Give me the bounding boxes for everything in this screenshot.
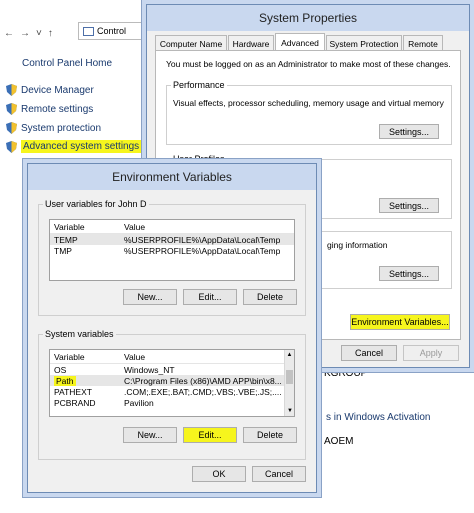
system-protection-label: System protection <box>21 122 102 134</box>
performance-label: Performance <box>171 80 227 90</box>
scrollbar-thumb[interactable] <box>286 370 293 384</box>
variable-value: .COM;.EXE;.BAT;.CMD;.VBS;.VBE;.JS;.... <box>124 386 282 397</box>
system-protection-link[interactable]: System protection <box>6 122 101 134</box>
env-body: User variables for John D Variable Value… <box>28 190 316 492</box>
variable-name: Path <box>50 375 124 386</box>
windows-activation-link[interactable]: s in Windows Activation <box>326 412 431 423</box>
variable-value: C:\Program Files (x86)\AMD APP\bin\x8... <box>124 375 282 386</box>
variable-value: Pavilion <box>124 397 154 408</box>
dropdown-icon[interactable]: ˅ <box>36 28 42 39</box>
variable-value: Windows_NT <box>124 364 175 375</box>
system-properties-title: System Properties <box>147 5 469 31</box>
device-manager-link[interactable]: Device Manager <box>6 84 94 96</box>
variable-name: PATHEXT <box>54 386 92 397</box>
user-profiles-settings-button[interactable]: Settings... <box>379 198 439 213</box>
system-variables-label: System variables <box>43 329 116 339</box>
variable-value: %USERPROFILE%\AppData\Local\Temp <box>124 234 281 245</box>
system-delete-button[interactable]: Delete <box>243 427 297 443</box>
user-delete-button[interactable]: Delete <box>243 289 297 305</box>
tab-remote[interactable]: Remote <box>403 35 443 51</box>
shield-icon <box>6 103 17 115</box>
shield-icon <box>6 122 17 134</box>
shield-icon <box>6 140 17 153</box>
back-arrow-icon[interactable]: ← <box>4 28 14 39</box>
table-row[interactable]: Path C:\Program Files (x86)\AMD APP\bin\… <box>50 375 284 386</box>
system-new-button[interactable]: New... <box>123 427 177 443</box>
list-header: Variable Value <box>50 220 294 234</box>
scroll-down-icon[interactable]: ▼ <box>285 406 294 416</box>
cancel-button[interactable]: Cancel <box>341 345 397 361</box>
startup-settings-button[interactable]: Settings... <box>379 266 439 281</box>
table-row[interactable]: OS Windows_NT <box>50 364 284 375</box>
column-header-variable[interactable]: Variable <box>50 222 124 232</box>
performance-text: Visual effects, processor scheduling, me… <box>173 98 444 108</box>
environment-variables-button[interactable]: Environment Variables... <box>350 314 450 330</box>
system-edit-button[interactable]: Edit... <box>183 427 237 443</box>
user-variables-group: User variables for John D Variable Value… <box>38 199 306 316</box>
forward-arrow-icon[interactable]: → <box>20 28 30 39</box>
vertical-scrollbar[interactable]: ▲ ▼ <box>284 350 294 416</box>
remote-settings-link[interactable]: Remote settings <box>6 103 93 115</box>
system-variables-list[interactable]: Variable Value OS Windows_NT Path C:\Pro… <box>49 349 295 417</box>
workgroup-text: KGROUP <box>324 368 368 379</box>
tab-advanced[interactable]: Advanced <box>275 33 325 51</box>
oem-text: AOEM <box>324 436 354 447</box>
performance-group: Performance Visual effects, processor sc… <box>166 80 452 145</box>
column-header-value[interactable]: Value <box>124 222 294 232</box>
address-text: Control <box>97 26 127 36</box>
user-edit-button[interactable]: Edit... <box>183 289 237 305</box>
environment-variables-dialog: Environment Variables User variables for… <box>27 163 317 493</box>
performance-settings-button[interactable]: Settings... <box>379 124 439 139</box>
remote-settings-label: Remote settings <box>21 103 94 115</box>
variable-name: OS <box>54 364 67 375</box>
device-manager-label: Device Manager <box>21 84 94 96</box>
environment-variables-title: Environment Variables <box>28 164 316 190</box>
column-header-variable[interactable]: Variable <box>50 352 124 362</box>
tab-strip: Computer Name Hardware Advanced System P… <box>155 33 443 51</box>
apply-button[interactable]: Apply <box>403 345 459 361</box>
scroll-up-icon[interactable]: ▲ <box>285 350 294 360</box>
tab-hardware[interactable]: Hardware <box>228 35 274 51</box>
tab-system-protection[interactable]: System Protection <box>326 35 402 51</box>
advanced-system-settings-link[interactable]: Advanced system settings <box>6 140 142 153</box>
nav-buttons: ← → ˅ ↑ <box>4 24 53 42</box>
startup-text: ging information <box>327 240 388 250</box>
table-row[interactable]: TEMP %USERPROFILE%\AppData\Local\Temp <box>50 234 294 245</box>
advanced-system-settings-label: Advanced system settings <box>21 140 142 153</box>
variable-name: TEMP <box>54 234 78 245</box>
up-arrow-icon[interactable]: ↑ <box>48 28 53 39</box>
user-variables-list[interactable]: Variable Value TEMP %USERPROFILE%\AppDat… <box>49 219 295 281</box>
user-new-button[interactable]: New... <box>123 289 177 305</box>
computer-icon <box>83 26 94 36</box>
variable-name: TMP <box>54 245 72 256</box>
list-header: Variable Value <box>50 350 294 364</box>
control-panel-home-link[interactable]: Control Panel Home <box>22 58 112 69</box>
user-variables-label: User variables for John D <box>43 199 149 209</box>
table-row[interactable]: TMP %USERPROFILE%\AppData\Local\Temp <box>50 245 294 256</box>
system-variables-group: System variables Variable Value OS Windo… <box>38 329 306 460</box>
table-row[interactable]: PCBRAND Pavilion <box>50 397 284 408</box>
shield-icon <box>6 84 17 96</box>
admin-note: You must be logged on as an Administrato… <box>166 59 451 69</box>
ok-button[interactable]: OK <box>192 466 246 482</box>
variable-value: %USERPROFILE%\AppData\Local\Temp <box>124 245 281 256</box>
variable-name: PCBRAND <box>54 397 96 408</box>
path-variable-highlight: Path <box>54 375 76 386</box>
env-cancel-button[interactable]: Cancel <box>252 466 306 482</box>
table-row[interactable]: PATHEXT .COM;.EXE;.BAT;.CMD;.VBS;.VBE;.J… <box>50 386 284 397</box>
tab-computer-name[interactable]: Computer Name <box>155 35 227 51</box>
column-header-value[interactable]: Value <box>124 352 284 362</box>
